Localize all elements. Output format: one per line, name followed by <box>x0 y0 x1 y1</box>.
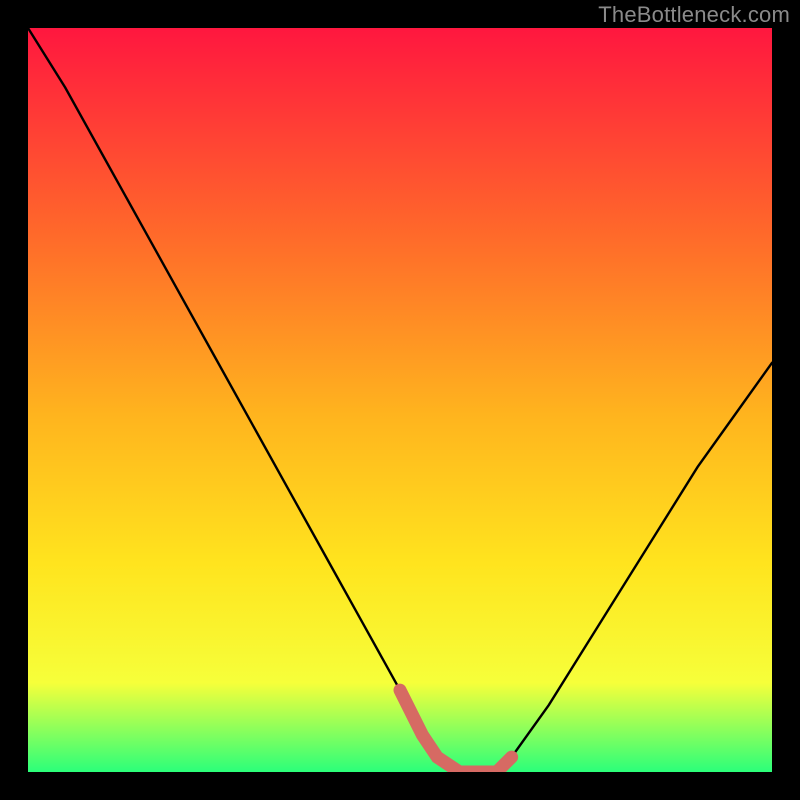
chart-frame: TheBottleneck.com <box>0 0 800 800</box>
bottleneck-plot <box>28 28 772 772</box>
gradient-background <box>28 28 772 772</box>
watermark-text: TheBottleneck.com <box>598 2 790 28</box>
plot-svg <box>28 28 772 772</box>
